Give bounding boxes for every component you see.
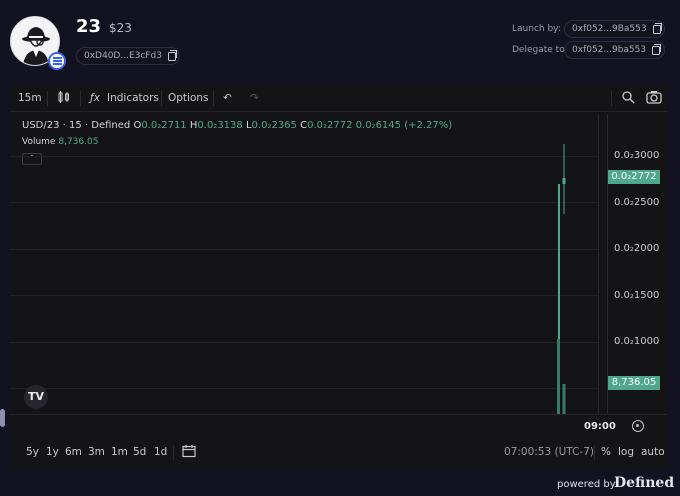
last-price-tag: 0.0₂2772 [608,170,660,184]
undo-icon[interactable]: ↶ [223,92,232,104]
range-3m[interactable]: 3m [88,446,105,458]
percent-toggle[interactable]: % [601,446,611,458]
log-toggle[interactable]: log [618,446,634,458]
close-value: 0.0₂2772 [307,120,353,131]
scroll-handle[interactable] [0,409,5,427]
grid-line [10,249,598,250]
bottom-divider [594,445,595,460]
price-tick: 0.0₂1000 [614,336,660,347]
toolbar-divider [611,91,612,106]
range-1y[interactable]: 1y [46,446,59,458]
candle [562,178,566,184]
volume-label: Volume [22,137,56,147]
brand-logo[interactable]: Defined [614,475,674,491]
volume-bar [557,339,560,414]
range-5y[interactable]: 5y [26,446,39,458]
bottom-bar: 5y 1y 6m 3m 1m 5d 1d 07:00:53 (UTC-7) % … [10,439,667,465]
options-button[interactable]: Options [168,92,209,104]
toolbar-divider [213,91,214,106]
candle-style-icon[interactable] [57,90,71,107]
delegate-label: Delegate to: [512,45,568,55]
grid-line [10,156,598,157]
grid-line [10,388,598,389]
time-label: 09:00 [584,421,616,432]
grid-line [10,342,598,343]
camera-icon[interactable] [646,90,662,107]
grid-line [10,295,598,296]
launch-address-pill[interactable]: 0xf052...9Ba553 [564,20,665,38]
chart-panel[interactable]: 15m ƒx Indicators Options ↶ ↷ USD/23 · 1… [10,84,667,468]
volume-legend: Volume 8,736.05 [22,137,98,147]
price-tick: 0.0₂1500 [614,290,660,301]
bottom-divider [173,445,174,460]
symbol-line: USD/23 · 15 · Defined [22,120,131,131]
chart-toolbar: 15m ƒx Indicators Options ↶ ↷ [10,84,667,112]
indicators-button[interactable]: Indicators [107,92,159,104]
delegate-address-pill[interactable]: 0xf052...9ba553 [564,41,665,59]
copy-icon[interactable] [652,22,662,34]
open-value: 0.0₂2711 [141,120,187,131]
delegate-address: 0xf052...9ba553 [572,45,647,55]
contract-address: 0xD40D...E3cFd3 [84,51,162,61]
utc-clock[interactable]: 07:00:53 (UTC-7) [504,446,594,458]
low-value: 0.0₂2365 [251,120,297,131]
change-value: 0.0₂6145 (+2.27%) [355,120,453,131]
contract-address-pill[interactable]: 0xD40D...E3cFd3 [76,47,180,65]
interval-selector[interactable]: 15m [18,92,42,104]
price-tick: 0.0₂3000 [614,150,660,161]
token-symbol: 23 [76,16,102,37]
token-avatar [10,16,66,70]
volume-value: 8,736.05 [58,137,99,147]
range-1m[interactable]: 1m [111,446,128,458]
high-value: 0.0₂3138 [197,120,243,131]
launch-address: 0xf052...9Ba553 [572,24,647,34]
redo-icon[interactable]: ↷ [250,92,259,104]
volume-tag: 8,736.05 [608,376,660,390]
toolbar-divider [161,91,162,106]
range-1d[interactable]: 1d [154,446,167,458]
calendar-icon[interactable] [182,444,196,461]
price-tick: 0.0₂2500 [614,197,660,208]
copy-icon[interactable] [652,43,662,55]
volume-bar [562,384,566,414]
crosshair-line [598,114,599,414]
token-price: $23 [109,21,132,35]
toolbar-divider [47,91,48,106]
launch-label: Launch by: [512,24,561,34]
chain-badge-icon [48,52,66,70]
auto-toggle[interactable]: auto [641,446,665,458]
copy-icon[interactable] [167,49,177,61]
indicators-icon[interactable]: ƒx [90,92,100,104]
time-axis: 09:00 [10,414,667,434]
tradingview-logo-icon[interactable]: TV [24,385,48,409]
price-tick: 0.0₂2000 [614,243,660,254]
collapse-legend-button[interactable]: ⌃ [22,153,42,165]
grid-line [10,202,598,203]
toolbar-divider [80,91,81,106]
magic-search-icon[interactable] [621,90,635,107]
range-5d[interactable]: 5d [133,446,146,458]
chart-settings-icon[interactable] [632,420,644,432]
axis-divider [607,114,608,414]
range-6m[interactable]: 6m [65,446,82,458]
ohlc-legend: USD/23 · 15 · Defined O0.0₂2711 H0.0₂313… [22,120,452,131]
powered-by-label: powered by [557,479,616,490]
candles [557,144,566,414]
